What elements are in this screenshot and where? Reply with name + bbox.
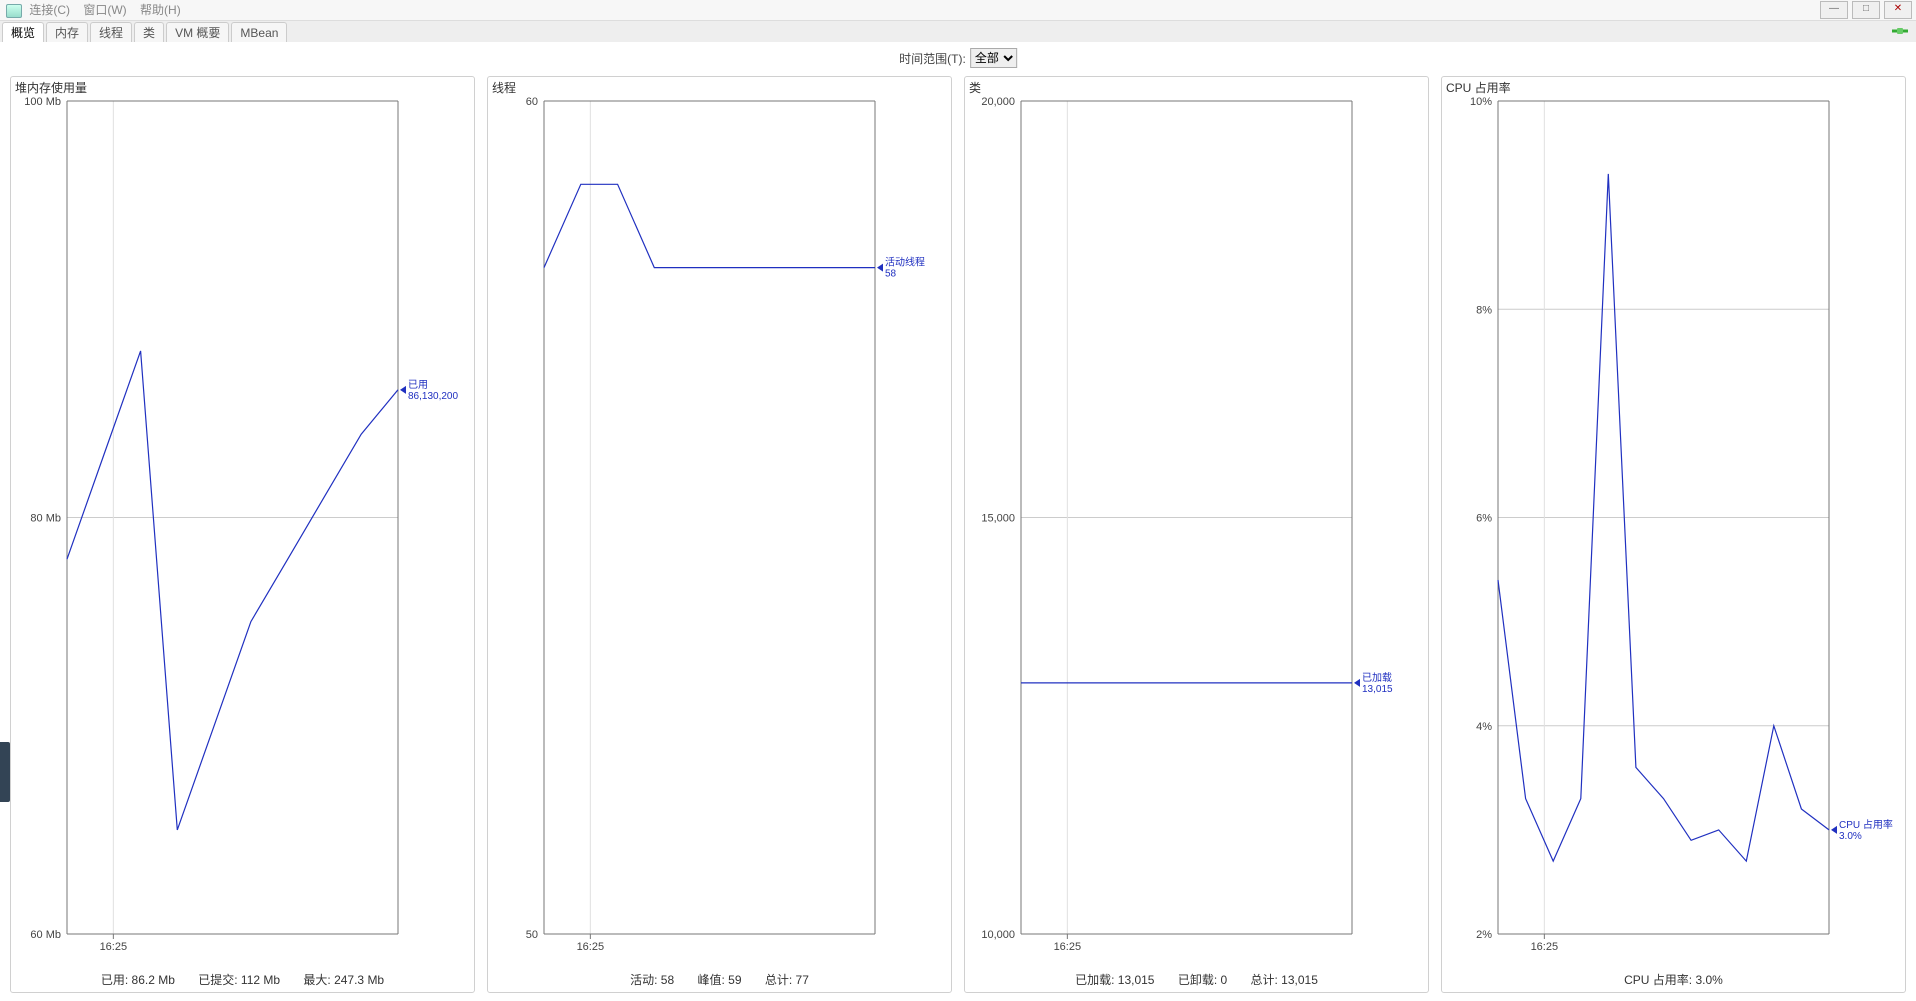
minimize-button[interactable]: — — [1820, 1, 1848, 19]
tab-classes[interactable]: 类 — [134, 22, 164, 43]
chart-heap-stats: 已用: 86.2 Mb 已提交: 112 Mb 最大: 247.3 Mb — [11, 971, 474, 988]
classes-unloaded: 已卸载: 0 — [1178, 973, 1227, 987]
menubar: 连接(C) 窗口(W) 帮助(H) — □ ✕ — [0, 0, 1916, 21]
heap-max: 最大: 247.3 Mb — [303, 973, 384, 987]
page-overview: 时间范围(T): 全部 堆内存使用量 60 Mb 80 Mb 100 Mb 16:25… — [0, 42, 1916, 1001]
menu-connect[interactable]: 连接(C) — [29, 3, 70, 17]
side-tab-handle[interactable] — [0, 742, 10, 802]
connection-status-icon — [1890, 23, 1910, 39]
tab-memory[interactable]: 内存 — [46, 22, 88, 43]
svg-text:8%: 8% — [1476, 304, 1492, 316]
heap-committed: 已提交: 112 Mb — [198, 973, 280, 987]
app-icon — [6, 4, 22, 18]
svg-text:16:25: 16:25 — [100, 941, 128, 953]
svg-text:20,000: 20,000 — [981, 97, 1015, 108]
svg-text:13,015: 13,015 — [1362, 684, 1393, 695]
svg-text:58: 58 — [885, 269, 897, 280]
classes-total: 总计: 13,015 — [1251, 973, 1318, 987]
chart-cpu-title: CPU 占用率 — [1446, 79, 1901, 97]
chart-threads-stats: 活动: 58 峰值: 59 总计: 77 — [488, 971, 951, 988]
chart-cpu: CPU 占用率 2%4%6%8%10%16:25CPU 占用率3.0% CPU … — [1441, 76, 1906, 993]
charts-row: 堆内存使用量 60 Mb 80 Mb 100 Mb 16:25 已用86,130,200… — [10, 76, 1906, 993]
maximize-button[interactable]: □ — [1852, 1, 1880, 19]
menu-window[interactable]: 窗口(W) — [83, 3, 126, 17]
chart-classes-stats: 已加载: 13,015 已卸载: 0 总计: 13,015 — [965, 971, 1428, 988]
tab-overview[interactable]: 概览 — [2, 22, 44, 43]
svg-text:100 Mb: 100 Mb — [24, 97, 61, 108]
svg-text:已加载: 已加载 — [1362, 672, 1392, 684]
svg-text:15,000: 15,000 — [981, 513, 1015, 525]
cpu-usage: CPU 占用率: 3.0% — [1624, 973, 1723, 987]
close-button[interactable]: ✕ — [1884, 1, 1912, 19]
chart-classes-body: 10,000 15,000 20,000 16:25 已加载13,015 — [971, 97, 1422, 964]
svg-text:2%: 2% — [1476, 929, 1492, 941]
svg-text:3.0%: 3.0% — [1839, 831, 1862, 842]
chart-classes: 类 10,000 15,000 20,000 16:25 已加载13,015 已加载: … — [964, 76, 1429, 993]
tabbar: 概览 内存 线程 类 VM 概要 MBean — [0, 21, 1916, 44]
svg-text:活动线程: 活动线程 — [885, 256, 925, 269]
svg-text:86,130,200: 86,130,200 — [408, 391, 458, 402]
threads-peak: 峰值: 59 — [697, 973, 741, 987]
window-controls: — □ ✕ — [1820, 0, 1912, 20]
time-range-control: 时间范围(T): 全部 — [899, 48, 1017, 68]
menu-help[interactable]: 帮助(H) — [140, 3, 181, 17]
chart-classes-title: 类 — [969, 79, 1424, 97]
threads-live: 活动: 58 — [630, 973, 674, 987]
svg-text:16:25: 16:25 — [577, 941, 605, 953]
chart-cpu-stats: CPU 占用率: 3.0% — [1442, 971, 1905, 988]
svg-text:80 Mb: 80 Mb — [30, 513, 61, 525]
time-range-select[interactable]: 全部 — [970, 48, 1017, 68]
heap-used: 已用: 86.2 Mb — [101, 973, 175, 987]
chart-cpu-svg: 2% 4% 6% 8% 10% 16:25 CPU 占用率3.0% — [1448, 97, 1899, 964]
svg-text:6%: 6% — [1476, 513, 1492, 525]
chart-heap-title: 堆内存使用量 — [15, 79, 470, 97]
svg-text:60: 60 — [526, 97, 538, 108]
chart-heap-body: 60 Mb 80 Mb 100 Mb 16:25 已用86,130,200 — [17, 97, 468, 964]
svg-text:10,000: 10,000 — [981, 929, 1015, 941]
time-range-label: 时间范围(T): — [899, 50, 966, 67]
chart-threads-body: 50 60 16:25 活动线程58 — [494, 97, 945, 964]
tab-mbean[interactable]: MBean — [231, 22, 287, 43]
svg-text:16:25: 16:25 — [1054, 941, 1082, 953]
svg-text:10%: 10% — [1470, 97, 1492, 108]
tab-threads[interactable]: 线程 — [90, 22, 132, 43]
chart-threads-title: 线程 — [492, 79, 947, 97]
chart-cpu-body: 2% 4% 6% 8% 10% 16:25 CPU 占用率3.0% — [1448, 97, 1899, 964]
tab-vm[interactable]: VM 概要 — [166, 22, 229, 43]
chart-threads-svg: 50 60 16:25 活动线程58 — [494, 97, 945, 964]
svg-text:50: 50 — [526, 929, 538, 941]
svg-text:60 Mb: 60 Mb — [30, 929, 61, 941]
classes-loaded: 已加载: 13,015 — [1075, 973, 1154, 987]
chart-classes-svg: 10,000 15,000 20,000 16:25 已加载13,015 — [971, 97, 1422, 964]
svg-text:4%: 4% — [1476, 721, 1492, 733]
svg-text:16:25: 16:25 — [1531, 941, 1559, 953]
chart-threads: 线程 50 60 16:25 活动线程58 活动: 58 峰值: 59 总计: 77 — [487, 76, 952, 993]
svg-text:已用: 已用 — [408, 380, 428, 391]
chart-heap: 堆内存使用量 60 Mb 80 Mb 100 Mb 16:25 已用86,130,200… — [10, 76, 475, 993]
chart-heap-svg: 60 Mb 80 Mb 100 Mb 16:25 已用86,130,200 — [17, 97, 468, 964]
svg-text:CPU 占用率: CPU 占用率 — [1839, 818, 1893, 831]
threads-total: 总计: 77 — [765, 973, 809, 987]
